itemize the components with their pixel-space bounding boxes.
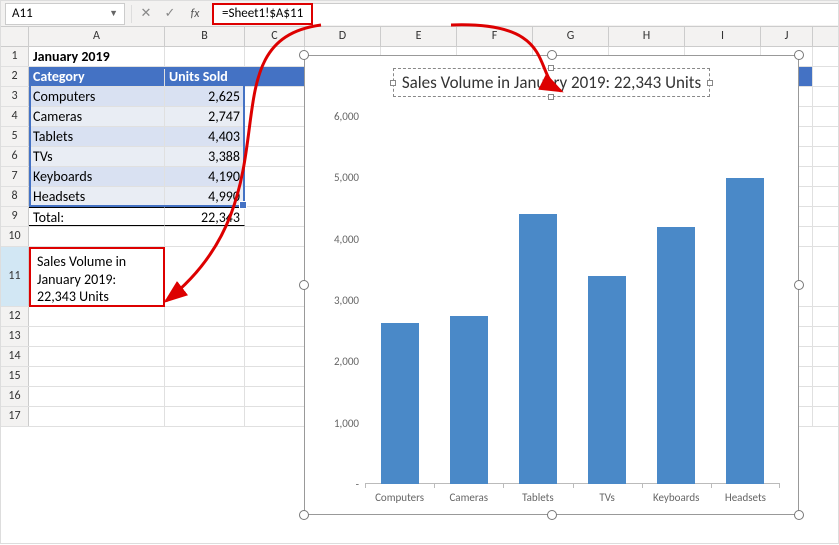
row-header-2[interactable]: 2 <box>1 67 29 86</box>
y-tick-label: 3,000 <box>315 294 359 307</box>
cell-B7[interactable]: 4,190 <box>165 167 245 186</box>
y-tick-label: 1,000 <box>315 417 359 430</box>
chart-bar[interactable] <box>450 316 488 484</box>
chart-object[interactable]: Sales Volume in January 2019: 22,343 Uni… <box>304 55 799 515</box>
chart-plot-area[interactable]: -1,0002,0003,0004,0005,0006,000 Computer… <box>365 116 780 484</box>
resize-handle-icon[interactable] <box>794 280 804 290</box>
resize-handle-icon[interactable] <box>299 50 309 60</box>
cell-A11-highlight: Sales Volume in January 2019: 22,343 Uni… <box>29 247 165 307</box>
worksheet: A B C D E F G H I J 1 January 2019 2 Cat… <box>1 27 838 543</box>
y-tick-label: 5,000 <box>315 171 359 184</box>
fx-button[interactable]: fx <box>182 3 206 25</box>
col-header-J[interactable]: J <box>761 27 813 46</box>
confirm-formula-button[interactable]: ✓ <box>158 3 182 25</box>
col-header-I[interactable]: I <box>685 27 761 46</box>
row-header-8[interactable]: 8 <box>1 187 29 206</box>
col-header-E[interactable]: E <box>381 27 457 46</box>
cell-B5[interactable]: 4,403 <box>165 127 245 146</box>
row-header-9[interactable]: 9 <box>1 207 29 226</box>
cell-A4[interactable]: Cameras <box>29 107 165 126</box>
chart-bar[interactable] <box>381 323 419 484</box>
cell-B6[interactable]: 3,388 <box>165 147 245 166</box>
x-tick-label: Tablets <box>503 491 572 504</box>
grid-body: 1 January 2019 2 Category Units Sold 3 C… <box>1 47 838 427</box>
y-tick-label: 2,000 <box>315 355 359 368</box>
formula-input[interactable]: =Sheet1!$A$11 <box>212 3 313 25</box>
cell-B1[interactable] <box>165 47 245 66</box>
name-box[interactable]: A11 ▼ <box>5 3 125 25</box>
resize-handle-icon[interactable] <box>299 280 309 290</box>
col-header-D[interactable]: D <box>305 27 381 46</box>
title-handle-icon[interactable] <box>548 94 554 100</box>
row-header-13[interactable]: 13 <box>1 327 29 346</box>
x-tick-label: TVs <box>573 491 642 504</box>
cell-A8[interactable]: Headsets <box>29 187 165 206</box>
cell-C1[interactable] <box>245 47 305 66</box>
title-handle-icon[interactable] <box>707 80 713 86</box>
row-header-7[interactable]: 7 <box>1 167 29 186</box>
cell-A9[interactable]: Total: <box>29 207 165 226</box>
col-header-G[interactable]: G <box>533 27 609 46</box>
cell-A3[interactable]: Computers <box>29 87 165 106</box>
row-header-1[interactable]: 1 <box>1 47 29 66</box>
col-header-C[interactable]: C <box>245 27 305 46</box>
cell-A7[interactable]: Keyboards <box>29 167 165 186</box>
chart-bar[interactable] <box>657 227 695 484</box>
chart-bar[interactable] <box>726 178 764 484</box>
col-header-H[interactable]: H <box>609 27 685 46</box>
resize-handle-icon[interactable] <box>299 510 309 520</box>
title-handle-icon[interactable] <box>548 65 554 71</box>
x-tick-label: Computers <box>365 491 434 504</box>
row-header-14[interactable]: 14 <box>1 347 29 366</box>
row-header-15[interactable]: 15 <box>1 367 29 386</box>
chart-title-text: Sales Volume in January 2019: 22,343 Uni… <box>402 72 701 93</box>
cell-A2[interactable]: Category <box>29 67 165 86</box>
x-tick-label: Keyboards <box>642 491 711 504</box>
y-tick-label: 6,000 <box>315 110 359 123</box>
y-tick-label: 4,000 <box>315 233 359 246</box>
resize-handle-icon[interactable] <box>794 510 804 520</box>
row-header-17[interactable]: 17 <box>1 407 29 426</box>
x-tick-label: Cameras <box>434 491 503 504</box>
chevron-down-icon[interactable]: ▼ <box>109 8 118 19</box>
fx-icon: fx <box>191 7 200 21</box>
formula-bar-fill[interactable] <box>313 3 838 25</box>
col-header-F[interactable]: F <box>457 27 533 46</box>
col-header-A[interactable]: A <box>29 27 165 46</box>
row-header-6[interactable]: 6 <box>1 147 29 166</box>
chart-bar[interactable] <box>519 214 557 484</box>
row-header-11[interactable]: 11 <box>1 247 29 306</box>
row-header-4[interactable]: 4 <box>1 107 29 126</box>
formula-text: =Sheet1!$A$11 <box>222 6 303 21</box>
row-header-10[interactable]: 10 <box>1 227 29 246</box>
resize-handle-icon[interactable] <box>547 510 557 520</box>
cell-B2[interactable]: Units Sold <box>165 67 245 86</box>
y-tick-label: - <box>315 478 359 491</box>
row-header-3[interactable]: 3 <box>1 87 29 106</box>
chart-title[interactable]: Sales Volume in January 2019: 22,343 Uni… <box>325 68 778 97</box>
title-handle-icon[interactable] <box>390 80 396 86</box>
row-header-5[interactable]: 5 <box>1 127 29 146</box>
column-headers: A B C D E F G H I J <box>1 27 838 47</box>
row-header-16[interactable]: 16 <box>1 387 29 406</box>
resize-handle-icon[interactable] <box>794 50 804 60</box>
x-tick-label: Headsets <box>711 491 780 504</box>
col-header-B[interactable]: B <box>165 27 245 46</box>
select-all-corner[interactable] <box>1 27 29 46</box>
name-box-value: A11 <box>12 6 33 21</box>
cell-B9[interactable]: 22,343 <box>165 207 245 226</box>
formula-bar: A11 ▼ ✕ ✓ fx =Sheet1!$A$11 <box>1 1 838 27</box>
cell-A5[interactable]: Tablets <box>29 127 165 146</box>
cell-B4[interactable]: 2,747 <box>165 107 245 126</box>
cancel-formula-button[interactable]: ✕ <box>134 3 158 25</box>
cell-A11-text: Sales Volume in January 2019: 22,343 Uni… <box>37 253 126 305</box>
chart-bar[interactable] <box>588 276 626 484</box>
cell-B8[interactable]: 4,990 <box>165 187 245 206</box>
row-header-12[interactable]: 12 <box>1 307 29 326</box>
cell-A1[interactable]: January 2019 <box>29 47 165 66</box>
resize-handle-icon[interactable] <box>547 50 557 60</box>
cell-A6[interactable]: TVs <box>29 147 165 166</box>
cell-B3[interactable]: 2,625 <box>165 87 245 106</box>
